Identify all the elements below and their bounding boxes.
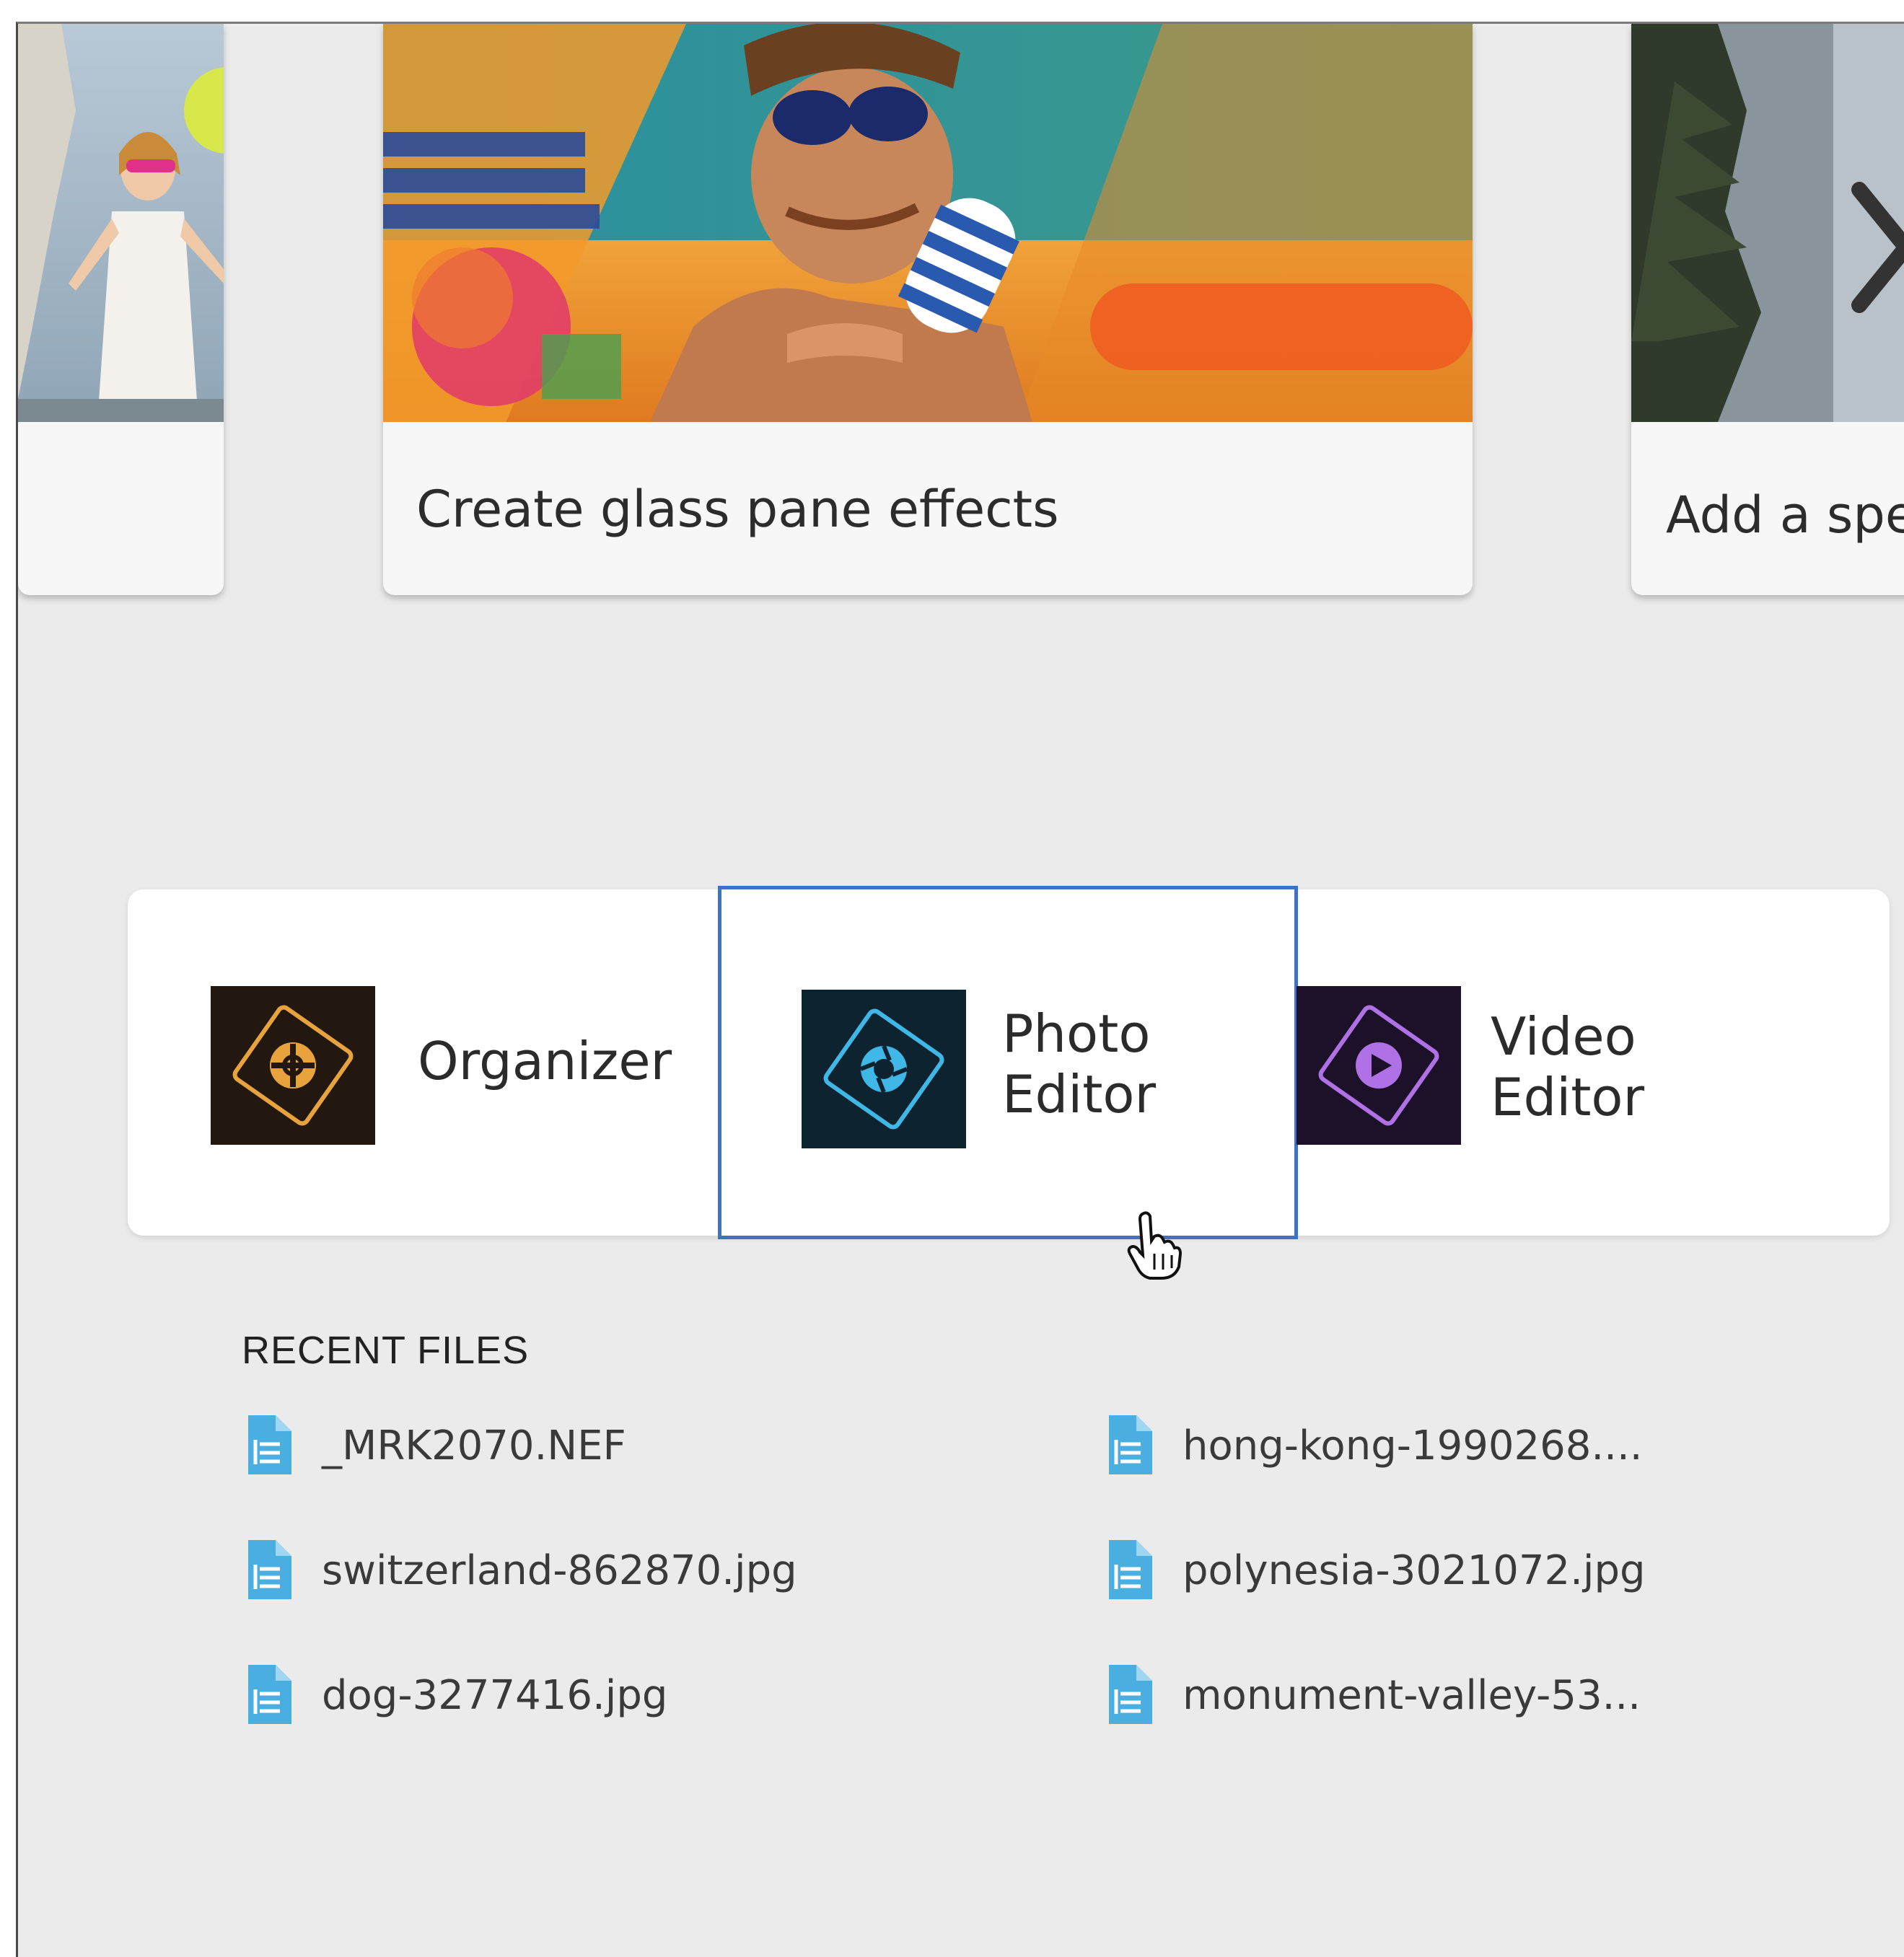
file-icon — [1109, 1665, 1152, 1724]
file-name: _MRK2070.NEF — [322, 1422, 626, 1469]
hand-cursor-icon — [1127, 1211, 1183, 1280]
photo-editor-icon — [802, 990, 966, 1148]
video-editor-button[interactable]: Video Editor — [1297, 889, 1885, 1236]
file-icon — [1109, 1415, 1152, 1474]
file-name: dog-3277416.jpg — [322, 1672, 668, 1719]
organizer-icon — [211, 986, 375, 1145]
card-thumbnail-beach-man — [383, 24, 1473, 422]
video-editor-icon — [1297, 986, 1461, 1145]
organizer-button[interactable]: Organizer — [128, 889, 714, 1236]
card-caption: Create glass pane effects — [416, 480, 1059, 539]
organizer-label: Organizer — [418, 1031, 672, 1091]
home-screen: Create glass pane effects Add a spe Orga… — [16, 22, 1904, 1957]
card-caption: Add a spe — [1666, 485, 1904, 545]
photo-editor-button[interactable]: Photo Editor — [718, 886, 1298, 1239]
file-name: hong-kong-1990268.... — [1183, 1422, 1643, 1469]
carousel-card-previous[interactable] — [18, 24, 224, 595]
file-icon — [248, 1540, 291, 1599]
carousel-card-glass-pane[interactable]: Create glass pane effects — [383, 24, 1473, 595]
file-name: monument-valley-53... — [1183, 1672, 1641, 1719]
recent-files-heading: RECENT FILES — [242, 1329, 530, 1372]
file-icon — [248, 1665, 291, 1724]
video-editor-label: Video Editor — [1491, 1006, 1645, 1127]
file-icon — [248, 1415, 291, 1474]
file-name: polynesia-3021072.jpg — [1183, 1547, 1646, 1594]
photo-editor-label: Photo Editor — [1002, 1003, 1157, 1125]
file-name: switzerland-862870.jpg — [322, 1547, 797, 1594]
app-launcher: Organizer Photo Editor Video Editor — [128, 886, 1890, 1239]
card-thumbnail-girl-sunglasses — [18, 24, 224, 422]
file-icon — [1109, 1540, 1152, 1599]
chevron-right-icon[interactable] — [1845, 175, 1904, 320]
